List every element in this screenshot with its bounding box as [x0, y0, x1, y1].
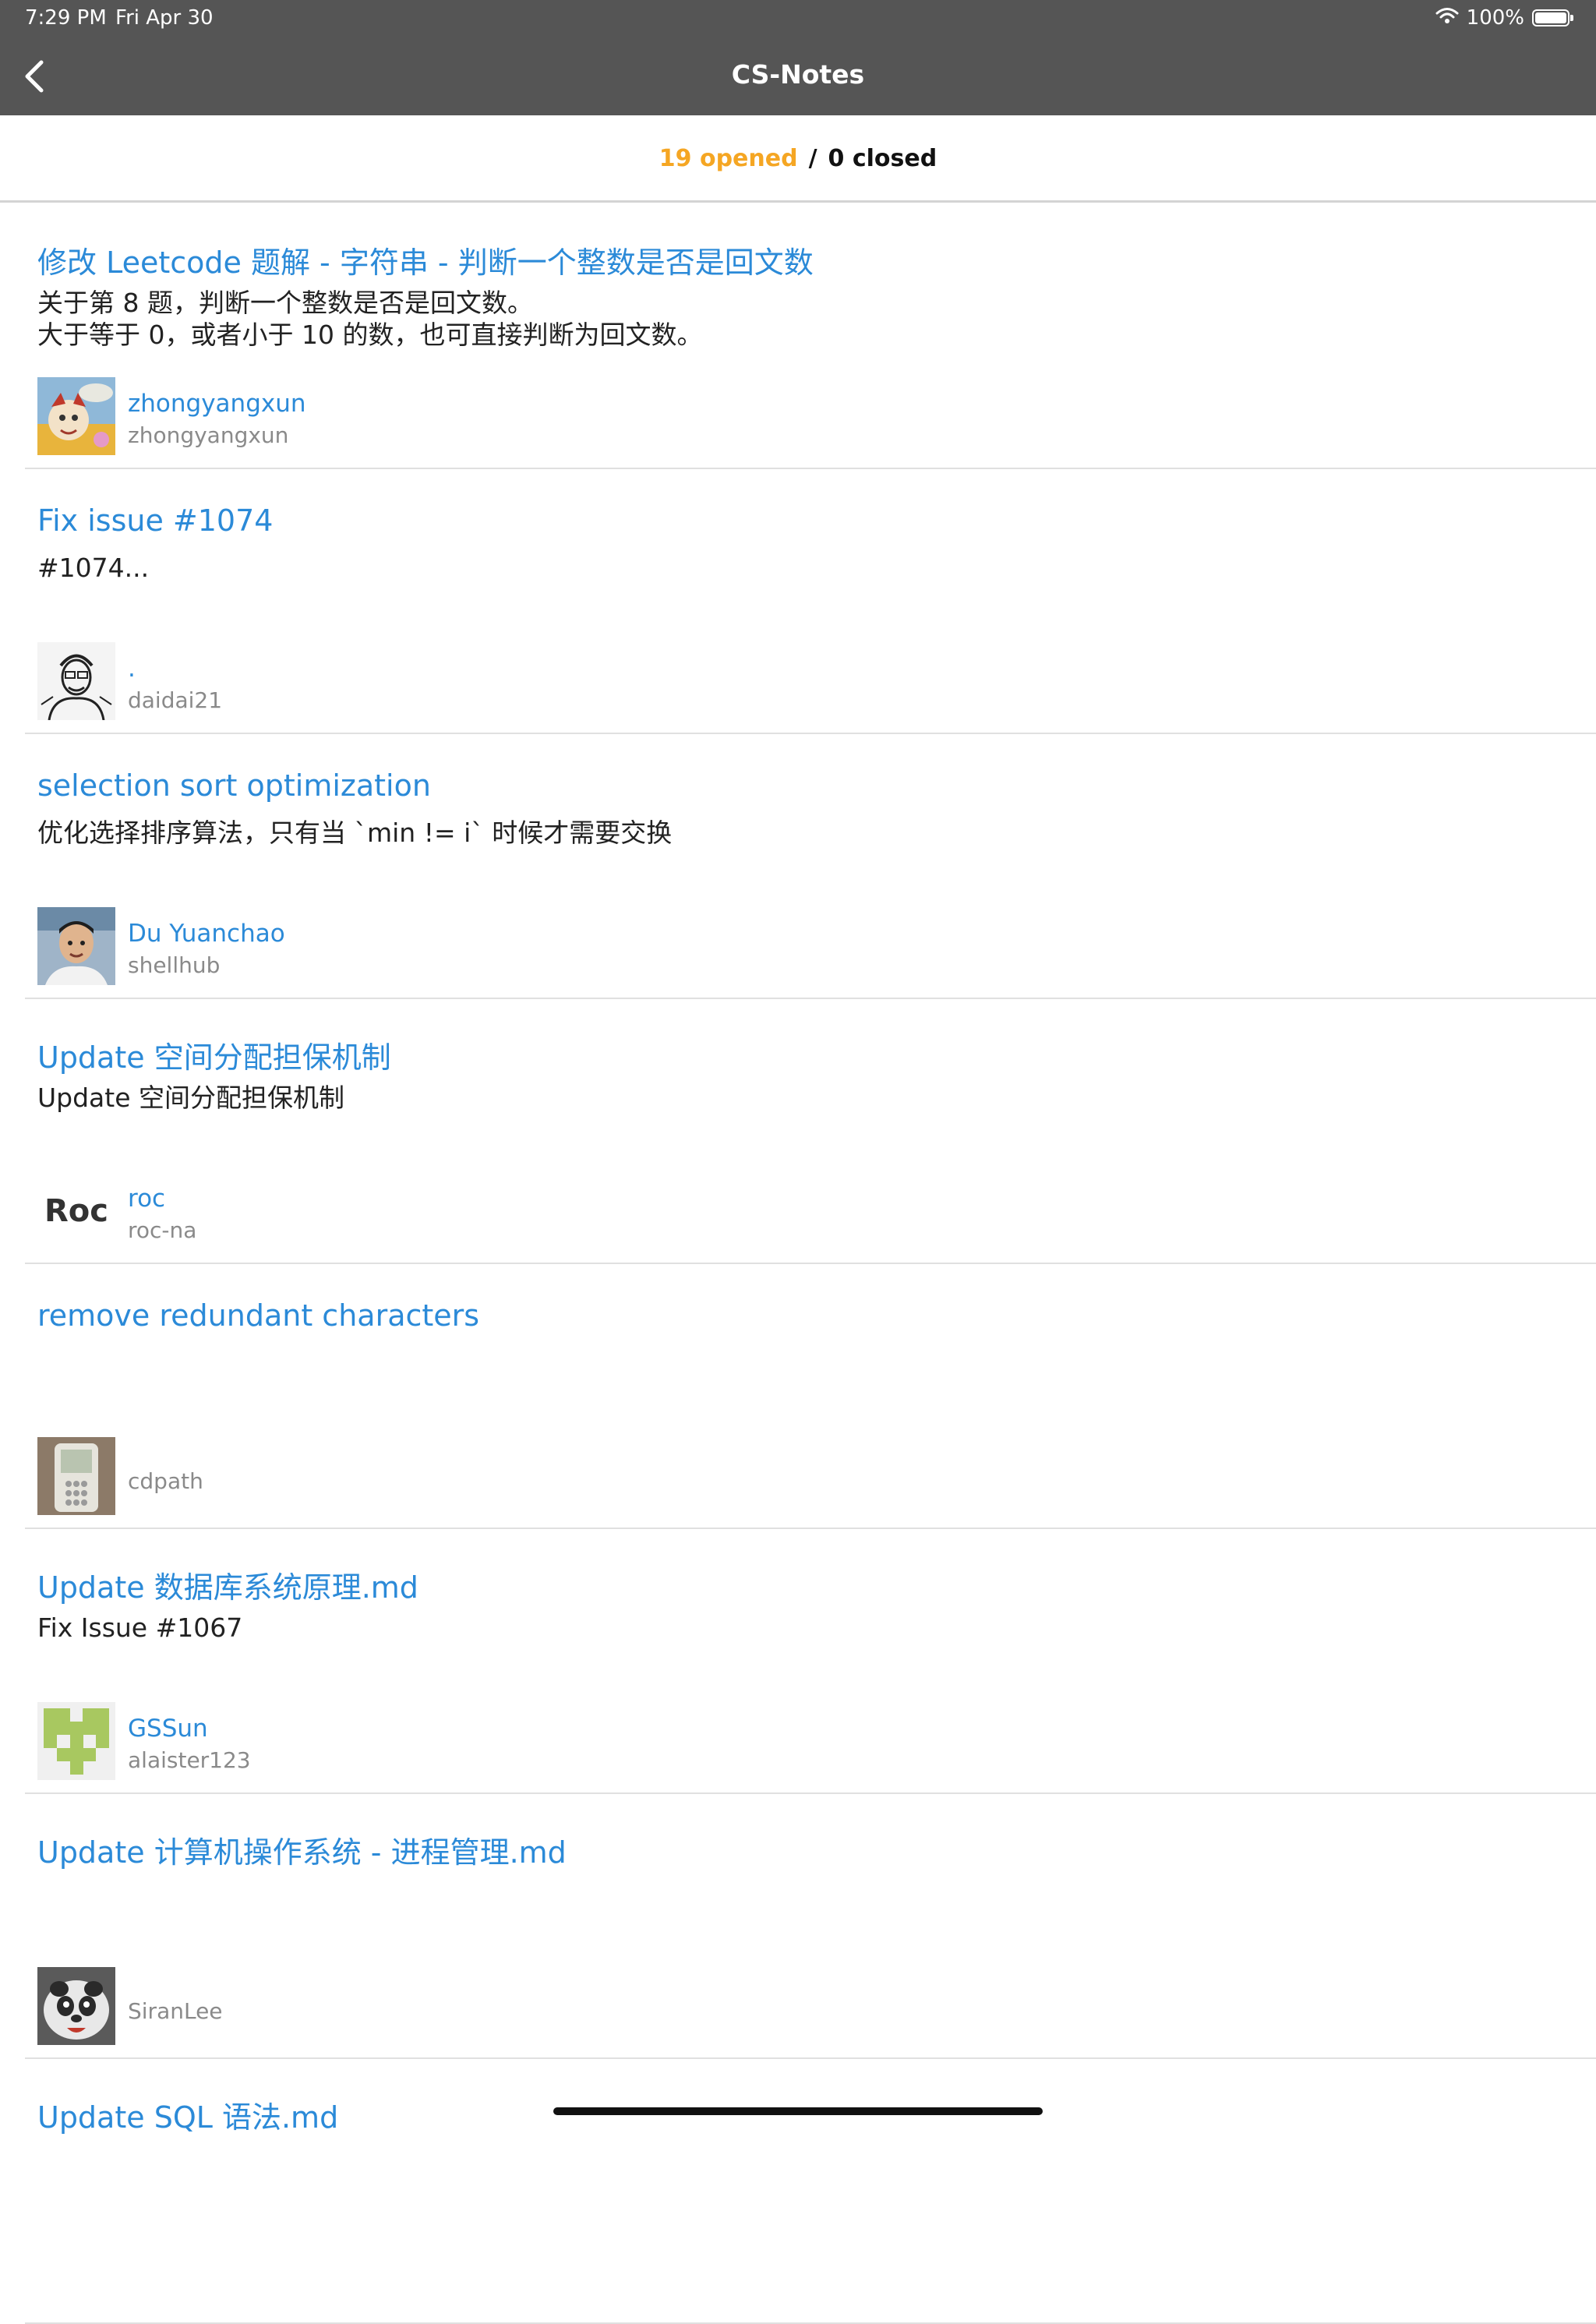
battery-percent: 100% [1466, 6, 1524, 30]
list-item[interactable]: selection sort optimization 优化选择排序算法，只有当… [25, 734, 1596, 999]
list-item[interactable]: remove redundant characters cdpath [25, 1264, 1596, 1529]
pr-title[interactable]: Fix issue #1074 [37, 503, 273, 538]
pr-title[interactable]: Update 数据库系统原理.md [37, 1563, 418, 1606]
pr-title[interactable]: Update 计算机操作系统 - 进程管理.md [37, 1828, 567, 1871]
page-title: CS-Notes [731, 59, 865, 90]
wifi-icon [1435, 6, 1459, 30]
pull-request-list: 修改 Leetcode 题解 - 字符串 - 判断一个整数是否是回文数 关于第 … [0, 204, 1596, 2324]
author-name[interactable]: . [128, 655, 136, 683]
avatar[interactable]: Roc [37, 1172, 115, 1250]
author-name[interactable]: zhongyangxun [128, 390, 306, 418]
pr-title[interactable]: selection sort optimization [37, 768, 431, 803]
status-indicators: 100% [1435, 6, 1573, 30]
avatar[interactable] [37, 907, 115, 985]
pr-title[interactable]: remove redundant characters [37, 1298, 479, 1333]
status-date: Fri Apr 30 [115, 6, 214, 30]
pr-title[interactable]: Update SQL 语法.md [37, 2093, 338, 2136]
pr-body: 关于第 8 题，判断一个整数是否是回文数。 大于等于 0，或者小于 10 的数，… [37, 288, 703, 350]
avatar[interactable] [37, 642, 115, 720]
list-item[interactable]: Update 空间分配担保机制 Update 空间分配担保机制 Roc roc … [25, 999, 1596, 1264]
avatar[interactable] [37, 1967, 115, 2045]
author-name[interactable]: Du Yuanchao [128, 920, 285, 948]
author-name[interactable]: GSSun [128, 1715, 208, 1743]
pr-title[interactable]: 修改 Leetcode 题解 - 字符串 - 判断一个整数是否是回文数 [37, 238, 814, 281]
status-bar: 7:29 PM Fri Apr 30 100% [0, 0, 1596, 37]
pr-body: Update 空间分配担保机制 [37, 1083, 345, 1113]
author-login: daidai21 [128, 687, 223, 713]
pr-body: Fix Issue #1067 [37, 1612, 243, 1643]
status-time: 7:29 PM [25, 6, 107, 30]
avatar[interactable] [37, 377, 115, 455]
list-item[interactable]: Fix issue #1074 #1074... . daidai21 [25, 469, 1596, 734]
author-login: shellhub [128, 952, 221, 978]
pr-title[interactable]: Update 空间分配担保机制 [37, 1033, 391, 1076]
avatar[interactable] [37, 1702, 115, 1780]
author-login: zhongyangxun [128, 422, 289, 448]
list-item[interactable]: Update 计算机操作系统 - 进程管理.md SiranLee [25, 1794, 1596, 2059]
state-filter: 19 opened / 0 closed [0, 115, 1596, 203]
avatar-logo-text: Roc [44, 1193, 108, 1229]
navigation-bar: CS-Notes [0, 37, 1596, 115]
opened-tab[interactable]: 19 opened [659, 145, 798, 172]
home-indicator[interactable] [553, 2107, 1043, 2115]
list-item[interactable]: Update 数据库系统原理.md Fix Issue #1067 GSSun … [25, 1529, 1596, 1794]
author-login: roc-na [128, 1217, 197, 1243]
pr-body: #1074... [37, 553, 150, 583]
closed-tab[interactable]: 0 closed [828, 145, 937, 172]
author-login: cdpath [128, 1468, 203, 1494]
pr-body: 优化选择排序算法，只有当 `min != i` 时候才需要交换 [37, 818, 673, 848]
author-login: SiranLee [128, 1998, 223, 2024]
author-login: alaister123 [128, 1747, 251, 1773]
battery-icon [1532, 9, 1573, 26]
avatar[interactable] [37, 1437, 115, 1515]
list-item[interactable]: Update SQL 语法.md [25, 2059, 1596, 2324]
author-name[interactable]: roc [128, 1185, 165, 1213]
segment-separator: / [808, 145, 817, 172]
list-item[interactable]: 修改 Leetcode 题解 - 字符串 - 判断一个整数是否是回文数 关于第 … [25, 204, 1596, 469]
